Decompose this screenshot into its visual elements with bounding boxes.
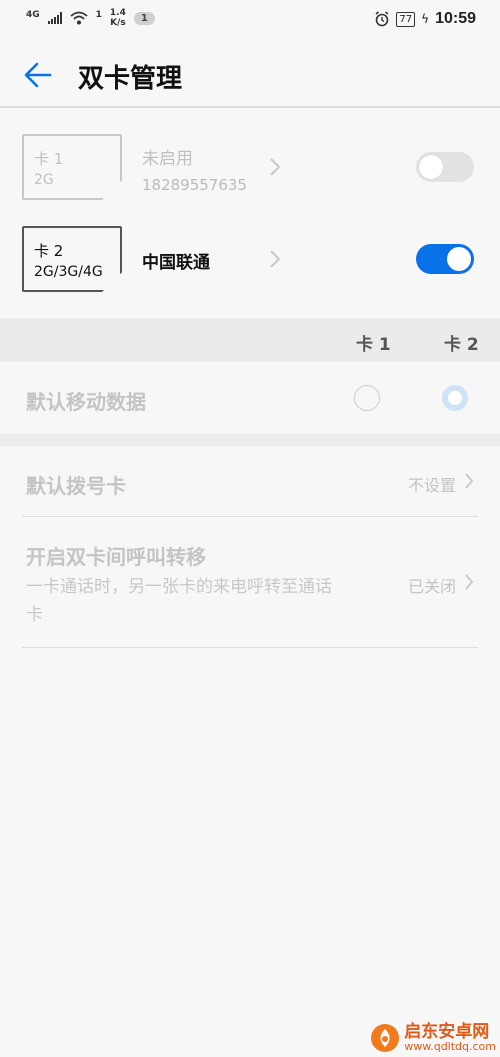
toggle-knob [447,247,471,271]
signal-icon [47,12,62,24]
sim-network-type: 2G [34,172,54,188]
chevron-right-icon [270,158,281,176]
default-dial-label: 默认拨号卡 [26,474,126,498]
sim-phone-number: 18289557635 [142,176,247,194]
notification-badge: 1 [133,11,155,25]
chevron-right-icon [465,574,474,590]
row-divider [22,647,478,648]
chevron-right-icon [465,473,474,489]
title-bar: 双卡管理 [0,44,500,106]
battery-icon: 77 [396,11,416,27]
header-divider [0,106,500,108]
default-dial-value: 不设置 [407,476,456,495]
call-forward-row[interactable]: 开启双卡间呼叫转移 一卡通话时，另一张卡的来电呼转至通话卡 已关闭 [0,517,500,647]
watermark-name: 启东安卓网 [404,1022,490,1042]
sim-card-icon: 卡 1 2G [22,134,122,200]
default-data-radio-card1[interactable] [354,385,380,411]
sim-carrier-name: 未启用 [142,149,193,169]
watermark-logo-icon [371,1024,400,1052]
wifi-icon [70,11,88,25]
call-forward-label: 开启双卡间呼叫转移 [26,545,206,569]
sim-network-type: 2G/3G/4G [34,264,103,280]
network-type: 4G [26,9,40,20]
toggle-knob [419,155,443,179]
sim1-toggle[interactable] [416,152,474,182]
sim-row-card1[interactable]: 卡 1 2G 未启用 18289557635 [0,134,500,226]
sim-card-icon: 卡 2 2G/3G/4G [22,226,122,292]
speed-unit: K/s [110,18,126,28]
back-arrow-icon[interactable] [22,60,54,90]
speed-value: 1.4 [109,8,126,18]
default-data-label: 默认移动数据 [26,390,146,414]
charging-icon: ϟ [421,12,430,26]
sim-card-label: 卡 1 [34,150,64,168]
default-dial-row[interactable]: 默认拨号卡 不设置 [0,446,500,516]
call-forward-description: 一卡通话时，另一张卡的来电呼转至通话卡 [26,577,332,625]
page-title: 双卡管理 [78,64,183,94]
chevron-right-icon [270,250,281,268]
section-gap [0,434,500,446]
default-mobile-data-row: 默认移动数据 [0,362,500,434]
sim-carrier-name: 中国联通 [142,253,210,273]
watermark-text: 启东安卓网 www.qdltdq.com [404,1023,496,1053]
column-card2: 卡 2 [444,335,479,355]
wifi-index: 1 [95,9,102,20]
status-time: 10:59 [435,10,476,27]
watermark: 启东安卓网 www.qdltdq.com [370,1023,496,1053]
status-right: 77 ϟ 10:59 [374,10,476,28]
battery-level: 77 [399,13,413,25]
sim-card-label: 卡 2 [34,242,64,260]
watermark-url: www.qdltdq.com [404,1040,496,1053]
alarm-icon [375,11,389,27]
call-forward-value: 已关闭 [407,577,456,596]
sim-row-card2[interactable]: 卡 2 2G/3G/4G 中国联通 [0,226,500,318]
network-speed: 1.4 K/s [110,8,126,28]
column-card1: 卡 1 [356,335,391,355]
status-left: 4G 1 1.4 K/s 1 [26,8,155,28]
status-bar: 4G 1 1.4 K/s 1 77 ϟ 10:59 [0,0,500,44]
default-data-radio-card2[interactable] [442,385,468,411]
sim-columns-header: 卡 1 卡 2 [0,318,500,362]
sim2-toggle[interactable] [416,244,474,274]
